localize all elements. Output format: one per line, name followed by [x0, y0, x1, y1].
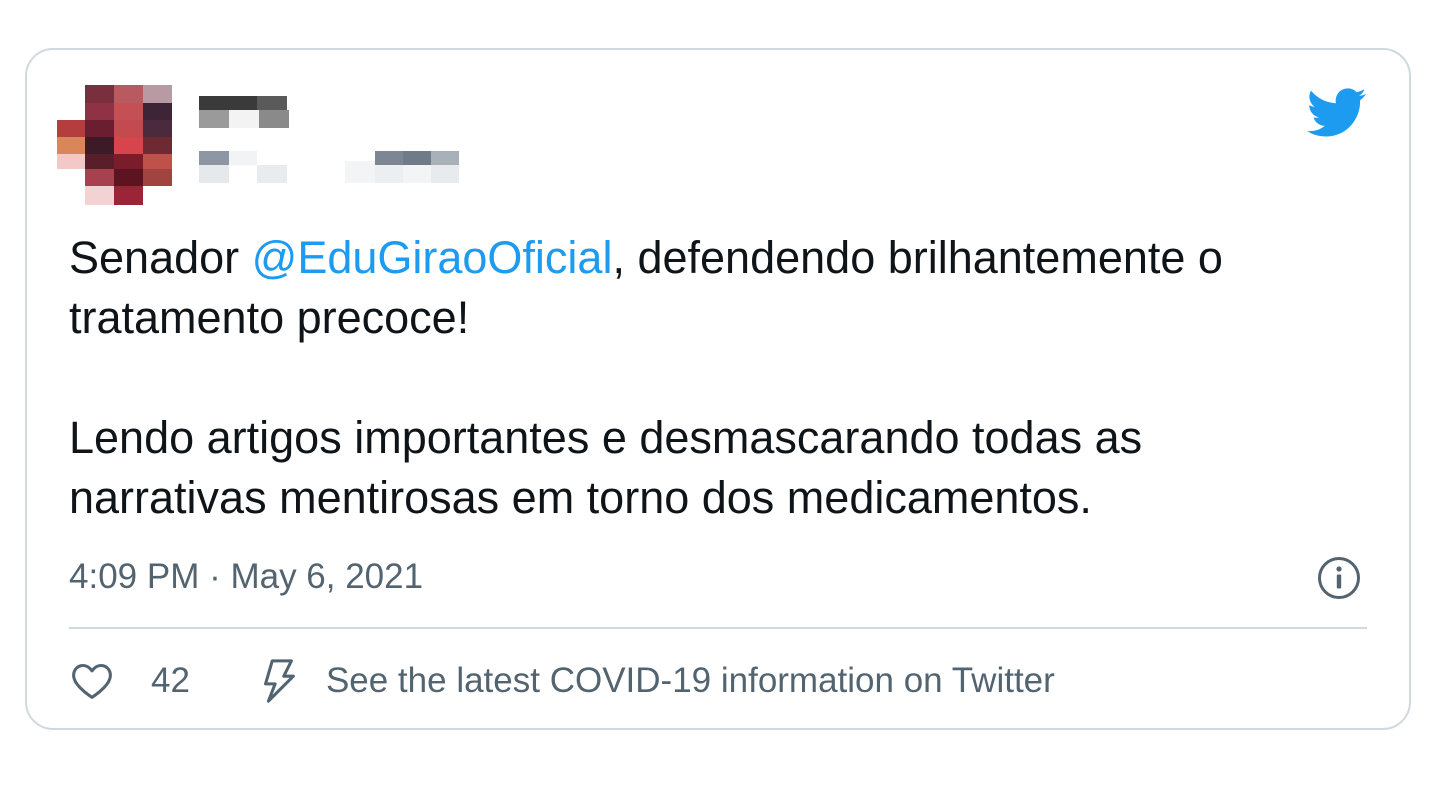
like-button[interactable]: 42	[69, 658, 190, 704]
tweet-text: Senador @EduGiraoOficial, defendendo bri…	[69, 228, 1379, 528]
divider	[69, 627, 1367, 629]
action-bar: 42 See the latest COVID-19 information o…	[69, 652, 1055, 710]
info-icon[interactable]	[1317, 556, 1361, 600]
tweet-text-start: Senador	[69, 232, 252, 283]
lightning-icon	[263, 659, 295, 703]
twitter-bird-icon[interactable]	[1307, 88, 1367, 138]
heart-icon	[72, 663, 112, 699]
handle-blurred[interactable]	[199, 151, 461, 190]
display-name-blurred[interactable]	[199, 96, 289, 137]
avatar[interactable]	[57, 85, 173, 205]
tweet-card: Senador @EduGiraoOficial, defendendo bri…	[25, 48, 1411, 730]
like-count: 42	[151, 661, 190, 700]
covid-info-link[interactable]: See the latest COVID-19 information on T…	[258, 658, 1055, 704]
covid-info-text: See the latest COVID-19 information on T…	[325, 661, 1055, 700]
tweet-timestamp[interactable]: 4:09 PM · May 6, 2021	[69, 555, 423, 599]
mention-link[interactable]: @EduGiraoOficial	[252, 232, 613, 283]
